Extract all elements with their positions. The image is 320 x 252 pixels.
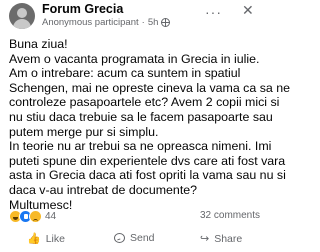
post-line: Schengen, mai ne opreste cineva la vama … <box>9 80 291 95</box>
action-bar: 👍 Like Send ↪ Share <box>0 232 267 252</box>
globe-icon <box>161 18 171 27</box>
avatar-head <box>17 8 27 18</box>
messenger-icon <box>114 233 125 243</box>
author-name[interactable]: Anonymous participant <box>42 17 139 28</box>
reaction-count: 44 <box>45 210 57 222</box>
post-line: Am o intrebare: acum ca suntem in spatiu… <box>9 66 241 81</box>
share-icon: ↪ <box>200 233 210 245</box>
close-icon[interactable]: ✕ <box>242 2 254 19</box>
thumbs-up-icon: 👍 <box>27 233 41 245</box>
avatar[interactable] <box>9 3 35 29</box>
send-button[interactable]: Send <box>114 232 155 244</box>
post-line: controleze pasapoartele etc? Avem 2 copi… <box>9 95 280 110</box>
post-time[interactable]: 5h <box>148 17 159 28</box>
reactions-summary[interactable]: 44 <box>9 209 56 223</box>
comments-count[interactable]: 32 comments <box>200 210 260 221</box>
share-button[interactable]: ↪ Share <box>200 232 243 246</box>
post-line: asta in Grecia daca ati fost opriti la v… <box>9 168 286 183</box>
post-line: putem merge pur si simplu. <box>9 124 159 139</box>
like-label: Like <box>45 232 65 245</box>
sad-icon <box>29 209 42 223</box>
meta-separator: · <box>141 17 145 28</box>
group-name[interactable]: Forum Grecia <box>42 2 123 16</box>
post-body: Buna ziua! Avem o vacanta programata in … <box>9 37 291 212</box>
post-line: daca v-au intrebat de documente? <box>9 182 198 197</box>
share-label: Share <box>214 232 243 245</box>
post-line: nu stiu daca trebuie sa le facem pasapoa… <box>9 109 273 124</box>
send-label: Send <box>130 232 155 244</box>
post-line: puteti spune din experientele dvs care a… <box>9 153 286 168</box>
post-meta: Anonymous participant · 5h <box>42 17 171 28</box>
post-line: In teorie nu ar trebui sa ne opreasca ni… <box>9 139 272 154</box>
post-line: Buna ziua! <box>9 37 68 51</box>
post-line: Avem o vacanta programata in Grecia in i… <box>9 51 260 66</box>
more-icon[interactable]: ··· <box>205 4 222 20</box>
like-button[interactable]: 👍 Like <box>27 232 65 246</box>
post-header: Forum Grecia Anonymous participant · 5h … <box>0 0 267 34</box>
avatar-body <box>13 19 31 29</box>
